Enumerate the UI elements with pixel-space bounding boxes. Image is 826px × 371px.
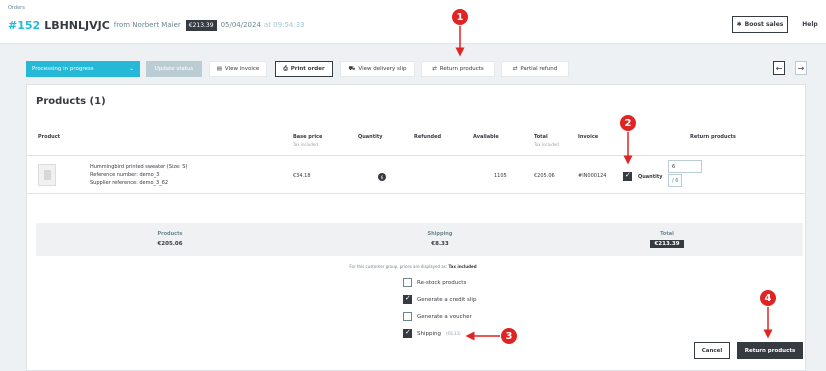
annotation-marker-3: 3 <box>501 328 517 344</box>
order-page: Orders #152 LBHNLJVJC from Norbert Maier… <box>0 0 826 371</box>
annotation-marker-1: 1 <box>452 9 468 25</box>
annotation-arrows <box>455 26 773 341</box>
annotation-marker-2: 2 <box>620 115 636 131</box>
annotation-marker-4: 4 <box>760 290 776 306</box>
